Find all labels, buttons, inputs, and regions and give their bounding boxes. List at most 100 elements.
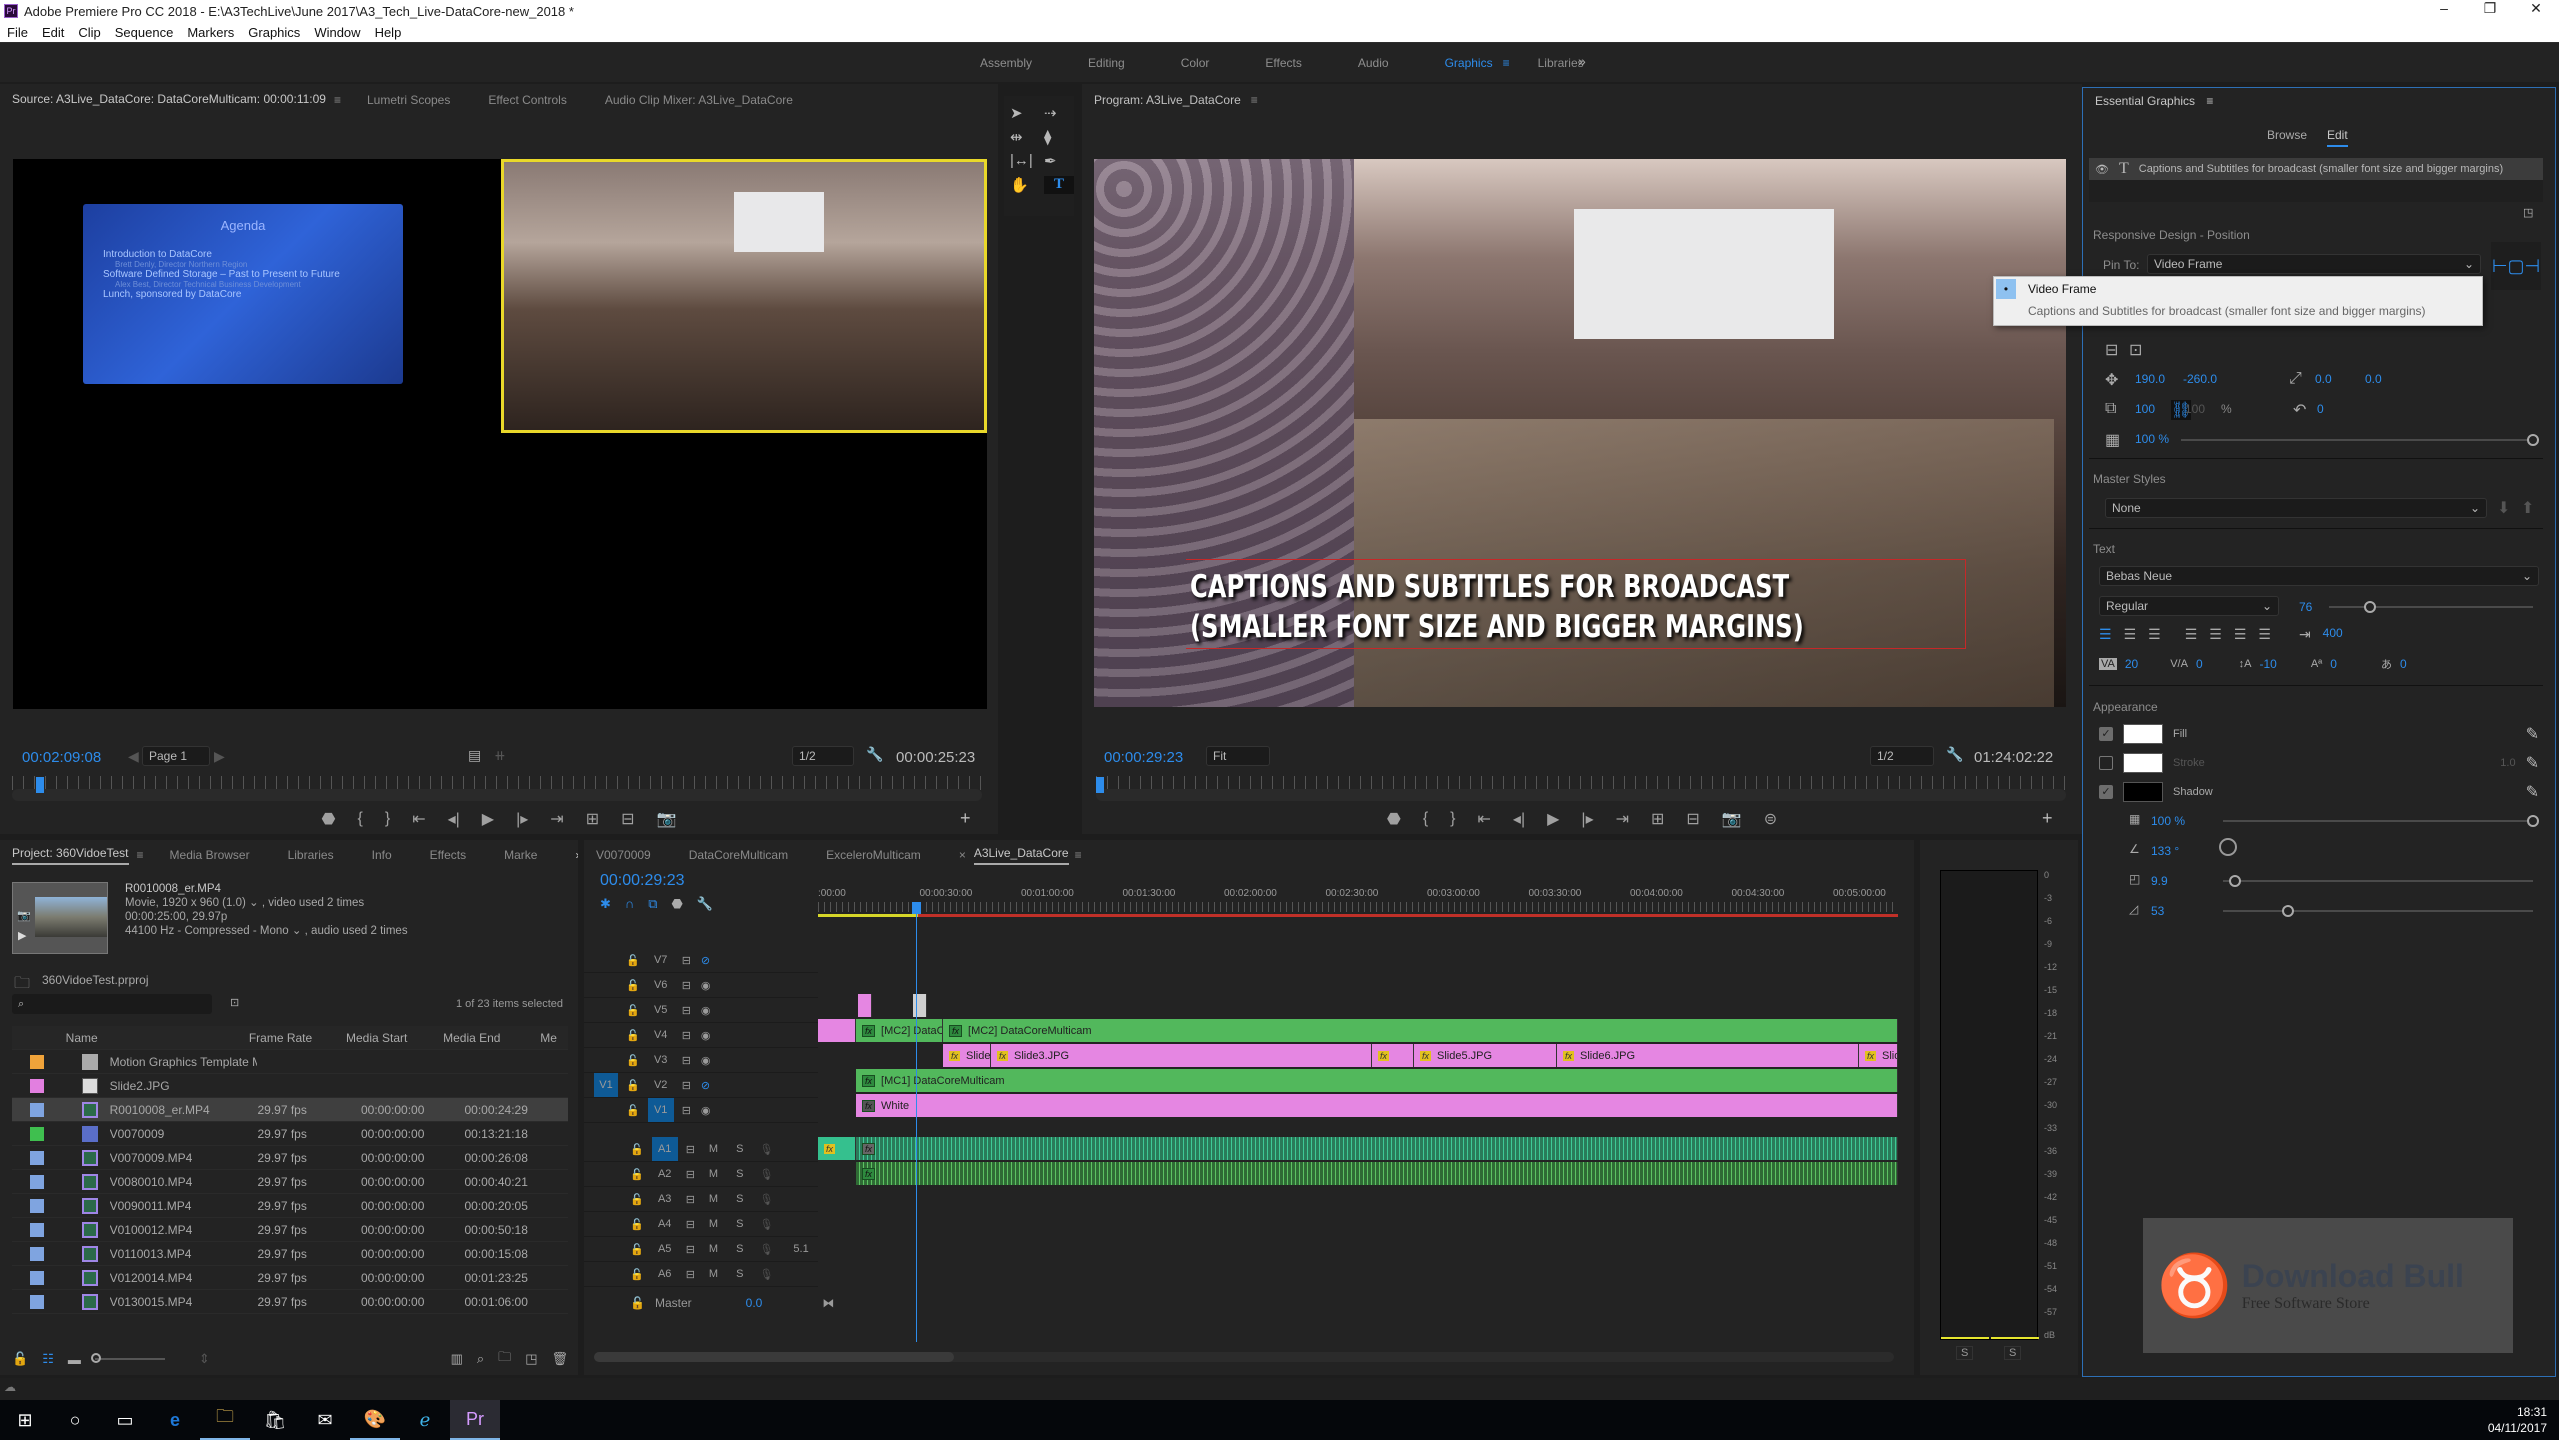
go-to-in-icon[interactable]: ⇤ <box>1478 809 1491 829</box>
label-color-swatch[interactable] <box>30 1054 44 1069</box>
label-color-swatch[interactable] <box>30 1294 44 1309</box>
track-name[interactable]: V4 <box>648 1023 674 1047</box>
master-style-select[interactable]: None ⌄ <box>2105 498 2487 518</box>
pen-tool-icon[interactable]: ✒ <box>1044 152 1074 170</box>
track-select-tool-icon[interactable]: ⇢ <box>1044 104 1074 122</box>
wrench-icon[interactable]: 🔧 <box>866 746 883 763</box>
clip-v4-mc2-a[interactable]: fx [MC2] DataC <box>856 1019 943 1042</box>
timeline-playhead[interactable] <box>912 902 921 1342</box>
program-scrubber[interactable] <box>1096 777 2066 801</box>
label-color-swatch[interactable] <box>30 1102 44 1117</box>
opacity-slider[interactable] <box>2181 434 2539 446</box>
project-row[interactable]: R0010008_er.MP4 29.97 fps 00:00:00:00 00:00… <box>12 1098 568 1122</box>
add-marker-icon[interactable]: ⬣ <box>1387 809 1401 829</box>
source-patch[interactable] <box>594 948 618 972</box>
shadow-size-knob[interactable] <box>2282 905 2295 917</box>
menu-clip[interactable]: Clip <box>78 25 100 40</box>
col-frame-rate[interactable]: Frame Rate <box>249 1031 346 1045</box>
solo-button[interactable]: S <box>736 1168 743 1180</box>
align-left-icon[interactable]: ☰ <box>2099 626 2112 643</box>
master-volume[interactable]: 0.0 <box>746 1296 763 1310</box>
premiere-taskbar-icon[interactable]: Pr <box>450 1400 500 1440</box>
tab-project[interactable]: Project: 360VidoeTest <box>12 846 129 865</box>
voice-over-record-icon[interactable]: 🎙 <box>759 1168 773 1181</box>
justify-left-icon[interactable]: ☰ <box>2185 626 2198 643</box>
project-row[interactable]: V0080010.MP4 29.97 fps 00:00:00:00 00:00:40… <box>12 1170 568 1194</box>
mark-out-icon[interactable]: } <box>385 810 390 828</box>
program-title[interactable]: Program: A3Live_DataCore <box>1094 93 1241 107</box>
dropdown-option-caption-layer[interactable]: Captions and Subtitles for broadcast (sm… <box>1994 301 2482 323</box>
tab-sequence-a3live[interactable]: A3Live_DataCore <box>973 846 1069 865</box>
source-patch[interactable] <box>594 1048 618 1072</box>
maximize-button[interactable]: ❐ <box>2467 0 2513 17</box>
add-marker-icon[interactable]: ⬣ <box>672 896 683 912</box>
shadow-eyedropper-icon[interactable]: ✎ <box>2526 782 2539 802</box>
overwrite-icon[interactable]: ⊟ <box>621 809 634 829</box>
voice-over-record-icon[interactable]: 🎙 <box>759 1243 773 1256</box>
layer-row[interactable]: 👁 T Captions and Subtitles for broadcast… <box>2089 158 2543 180</box>
sync-lock-icon[interactable]: ⊟ <box>682 979 691 992</box>
shadow-color-swatch[interactable] <box>2123 782 2163 802</box>
track-lock-icon[interactable]: 🔓 <box>626 979 640 992</box>
rotation-value[interactable]: 0 <box>2317 402 2324 416</box>
go-to-in-icon[interactable]: ⇤ <box>412 809 425 829</box>
project-row[interactable]: Motion Graphics Template M <box>12 1050 568 1074</box>
tab-info[interactable]: Info <box>372 848 392 862</box>
stroke-color-swatch[interactable] <box>2123 753 2163 773</box>
panel-overflow-icon[interactable]: » <box>575 848 578 862</box>
program-wrench-icon[interactable]: 🔧 <box>1946 746 1963 763</box>
source-resolution-select[interactable]: 1/2 <box>792 746 854 766</box>
tab-browse[interactable]: Browse <box>2267 128 2307 142</box>
clip-v4-pink[interactable] <box>818 1019 856 1042</box>
shadow-distance-knob[interactable] <box>2229 875 2242 887</box>
source-menu-icon[interactable]: ≡ <box>334 93 341 107</box>
workspace-audio[interactable]: Audio <box>1358 56 1389 70</box>
label-color-swatch[interactable] <box>30 1222 44 1237</box>
program-timecode[interactable]: 00:00:29:23 <box>1104 749 1183 766</box>
align-center-icon[interactable]: ☰ <box>2124 626 2137 643</box>
internet-explorer-icon[interactable]: ℯ <box>400 1400 450 1440</box>
label-color-swatch[interactable] <box>30 1270 44 1285</box>
clip-v4-mc2-b[interactable]: fx [MC2] DataCoreMulticam <box>943 1019 1898 1042</box>
stroke-width-value[interactable]: 1.0 <box>2500 757 2515 769</box>
align-horizontal-icon[interactable]: ⊟ <box>2105 340 2118 360</box>
menu-edit[interactable]: Edit <box>42 25 64 40</box>
ripple-edit-tool-icon[interactable]: ⇹ <box>1010 128 1040 146</box>
source-scrubber[interactable] <box>12 777 982 801</box>
selection-tool-icon[interactable]: ➤ <box>1010 104 1040 122</box>
tab-effects[interactable]: Effects <box>430 848 466 862</box>
automate-to-sequence-icon[interactable]: ▥ <box>451 1351 463 1367</box>
clip-slide3[interactable]: fx Slide3.JPG <box>991 1044 1372 1067</box>
work-area-in[interactable] <box>818 914 918 917</box>
shadow-angle-value[interactable]: 133 ° <box>2151 844 2179 858</box>
track-name[interactable]: A5 <box>652 1237 678 1261</box>
tab-libraries[interactable]: Libraries <box>288 848 334 862</box>
label-color-swatch[interactable] <box>30 1198 44 1213</box>
clip-slide6[interactable]: fx Slide6.JPG <box>1557 1044 1859 1067</box>
minimize-button[interactable]: – <box>2421 0 2467 17</box>
sync-lock-icon[interactable]: ⊟ <box>686 1193 695 1206</box>
col-media-extra[interactable]: Me <box>540 1031 568 1045</box>
sync-lock-icon[interactable]: ⊟ <box>686 1143 695 1156</box>
drag-audio-icon[interactable]: ⧺ <box>494 747 506 764</box>
solo-left-button[interactable]: S <box>1956 1346 1974 1360</box>
nest-toggle-icon[interactable]: ✱ <box>600 896 611 912</box>
cortana-icon[interactable]: ○ <box>50 1400 100 1440</box>
tab-source[interactable]: Source: A3Live_DataCore: DataCoreMultica… <box>12 92 326 109</box>
linked-selection-icon[interactable]: ⧉ <box>648 896 657 912</box>
workspace-libraries[interactable]: Libraries <box>1538 56 1584 70</box>
program-add-button-icon[interactable]: + <box>2042 808 2053 829</box>
source-patch[interactable] <box>594 1023 618 1047</box>
play-icon[interactable]: ▶ <box>482 809 494 829</box>
track-name[interactable]: V1 <box>647 1098 674 1122</box>
tsume-value[interactable]: 0 <box>2400 657 2407 671</box>
tracking-value[interactable]: 0 <box>2196 657 2203 671</box>
menu-graphics[interactable]: Graphics <box>248 25 300 40</box>
col-name[interactable]: Name <box>66 1031 249 1045</box>
stroke-eyedropper-icon[interactable]: ✎ <box>2526 753 2539 773</box>
next-page-icon[interactable]: ▶ <box>214 748 225 765</box>
menu-file[interactable]: File <box>7 25 28 40</box>
project-row[interactable]: V0070009 29.97 fps 00:00:00:00 00:13:21:18 <box>12 1122 568 1146</box>
new-item-icon[interactable]: ◳ <box>525 1351 537 1367</box>
solo-button[interactable]: S <box>736 1243 743 1255</box>
